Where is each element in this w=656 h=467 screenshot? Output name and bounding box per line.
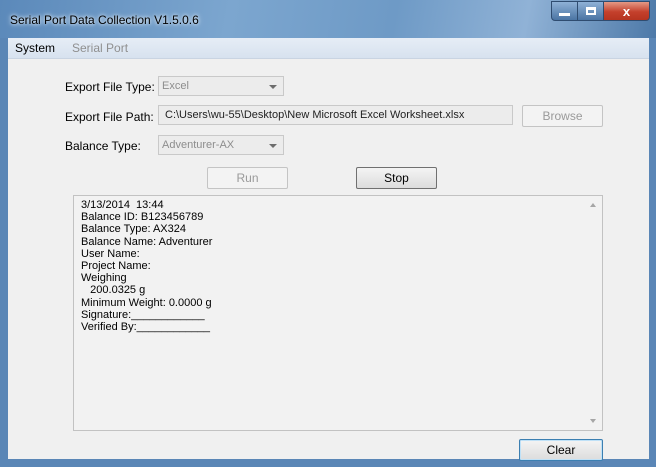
close-button[interactable]: x xyxy=(604,1,650,21)
balance-type-label: Balance Type: xyxy=(65,139,141,153)
export-file-type-select[interactable]: Excel xyxy=(158,76,284,96)
title-bar[interactable]: Serial Port Data Collection V1.5.0.6 x xyxy=(0,0,656,38)
window-title: Serial Port Data Collection V1.5.0.6 xyxy=(10,13,199,27)
export-file-type-label: Export File Type: xyxy=(65,80,155,94)
export-file-type-value: Excel xyxy=(162,80,189,92)
window-controls: x xyxy=(551,1,650,21)
chevron-down-icon xyxy=(269,85,277,89)
export-file-path-value: C:\Users\wu-55\Desktop\New Microsoft Exc… xyxy=(165,109,465,121)
log-scrollbar[interactable] xyxy=(585,196,602,430)
log-output[interactable]: 3/13/2014 13:44 Balance ID: B123456789 B… xyxy=(73,195,603,431)
browse-button[interactable]: Browse xyxy=(522,105,603,127)
menu-serial-port[interactable]: Serial Port xyxy=(72,41,128,55)
balance-type-select[interactable]: Adventurer-AX xyxy=(158,135,284,155)
balance-type-value: Adventurer-AX xyxy=(162,139,235,151)
clear-button[interactable]: Clear xyxy=(519,439,603,461)
minimize-icon xyxy=(559,13,570,16)
menu-system[interactable]: System xyxy=(15,41,55,55)
export-file-path-label: Export File Path: xyxy=(65,110,154,124)
minimize-button[interactable] xyxy=(551,1,578,21)
scroll-down-icon[interactable] xyxy=(590,419,596,423)
maximize-icon xyxy=(585,7,596,15)
menu-bar: System Serial Port xyxy=(8,38,649,59)
export-file-path-field[interactable]: C:\Users\wu-55\Desktop\New Microsoft Exc… xyxy=(158,105,513,125)
run-button[interactable]: Run xyxy=(207,167,288,189)
close-icon: x xyxy=(622,3,631,19)
client-area: System Serial Port Export File Type: Exc… xyxy=(8,38,649,461)
maximize-button[interactable] xyxy=(578,1,604,21)
chevron-down-icon xyxy=(269,144,277,148)
scroll-up-icon[interactable] xyxy=(590,203,596,207)
app-window: Serial Port Data Collection V1.5.0.6 x S… xyxy=(0,0,656,467)
stop-button[interactable]: Stop xyxy=(356,167,437,189)
log-text: 3/13/2014 13:44 Balance ID: B123456789 B… xyxy=(81,199,213,334)
